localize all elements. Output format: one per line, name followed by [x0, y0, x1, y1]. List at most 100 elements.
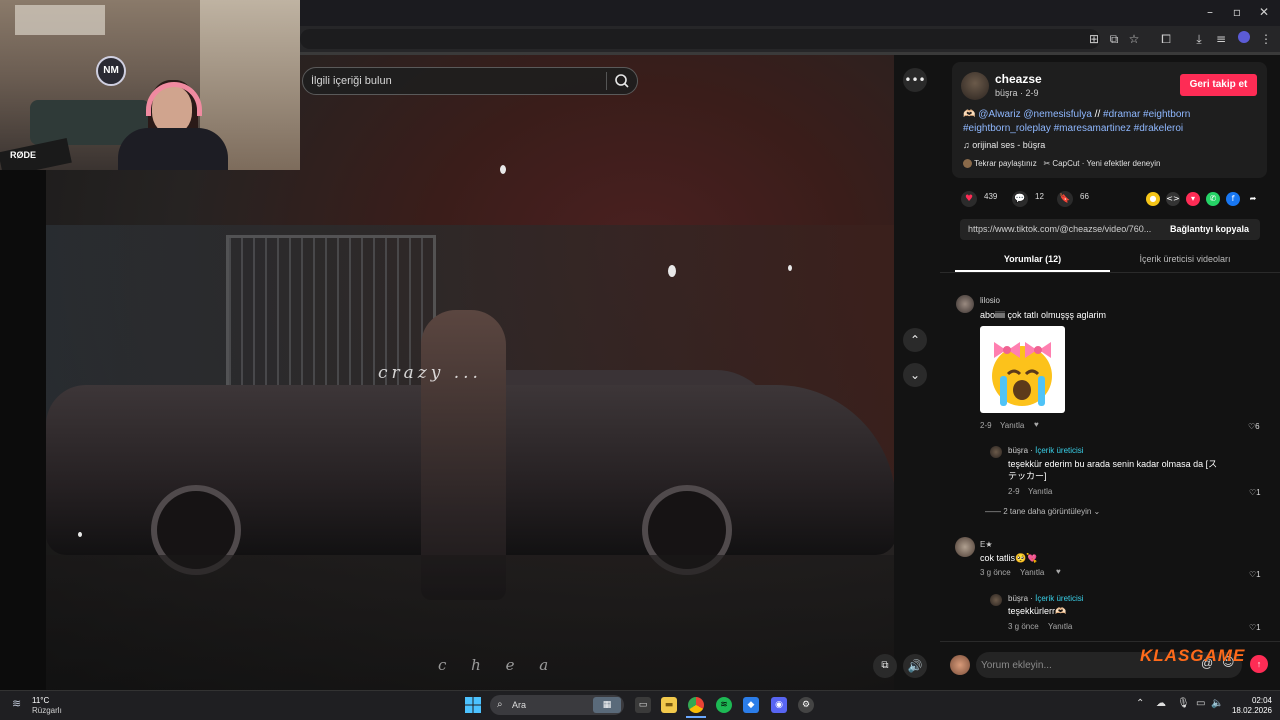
view-more-replies[interactable]: —— 2 tane daha görüntüleyin ⌄ [985, 507, 1100, 516]
chevron-up-icon[interactable]: ⌃ [903, 328, 927, 352]
comment-like[interactable]: ♡6 [1248, 422, 1260, 431]
reply-date: 2-9 [1008, 487, 1020, 496]
video-link[interactable]: https://www.tiktok.com/@cheazse/video/76… [968, 224, 1163, 234]
reply-date: 3 g önce [1008, 622, 1039, 631]
send-icon[interactable]: ↑ [1250, 655, 1268, 673]
bookmark-icon[interactable]: 🔖 [1057, 191, 1073, 207]
profile-icon[interactable] [1236, 31, 1252, 47]
share-arrow-icon[interactable]: ➦ [1246, 192, 1260, 206]
search-highlight-icon: ▦ [593, 697, 621, 713]
reply-author[interactable]: büşra · İçerik üreticisi [1008, 446, 1084, 455]
translate-icon[interactable]: ⊞ [1086, 31, 1102, 47]
file-explorer-icon[interactable]: ▬ [661, 697, 677, 713]
reading-list-icon[interactable]: ≡ [1213, 31, 1229, 47]
task-view-icon[interactable]: ▭ [635, 697, 651, 713]
clock-date[interactable]: 18.02.2026 [1230, 706, 1272, 715]
commenter-name[interactable]: lilosio [980, 296, 1000, 305]
cloud-icon[interactable]: ☁ [1156, 698, 1166, 709]
maximize-icon[interactable]: ▫ [1228, 4, 1246, 20]
send-to-friends-icon[interactable]: ▾ [1186, 192, 1200, 206]
reply-button[interactable]: Yanıtla [1020, 568, 1044, 577]
comment-count: 12 [1035, 192, 1044, 201]
heart-icon[interactable]: ♥ [961, 191, 977, 207]
embed-icon[interactable]: <> [1166, 192, 1180, 206]
snow-speck [788, 265, 792, 271]
reply-author-name: büşra [1008, 446, 1029, 455]
reply-like-count: 1 [1256, 623, 1261, 632]
screenshot-icon[interactable]: ⧉ [1106, 31, 1122, 47]
coin-share-icon[interactable]: ● [1146, 192, 1160, 206]
reply-button[interactable]: Yanıtla [1048, 622, 1072, 631]
sound-row[interactable]: ♫ orijinal ses - büşra [963, 140, 1045, 150]
chevron-up-icon[interactable]: ⌃ [1136, 698, 1144, 709]
app-cube-icon[interactable]: ◆ [743, 697, 759, 713]
settings-gear-icon[interactable]: ⚙ [798, 697, 814, 713]
clock-time[interactable]: 02:04 [1242, 696, 1272, 705]
reply-author[interactable]: büşra · İçerik üreticisi [1008, 594, 1084, 603]
search-icon[interactable] [612, 71, 632, 91]
mention-links[interactable]: @Alwariz @nemesisfulya [978, 109, 1092, 120]
repost-label[interactable]: Tekrar paylaştınız [974, 159, 1037, 168]
chrome-icon[interactable] [688, 697, 704, 713]
reply-text: teşekkürlerr🫶🏻 [1008, 606, 1067, 616]
capcut-label[interactable]: CapCut · Yeni efektler deneyin [1052, 159, 1160, 168]
search-input[interactable] [311, 73, 601, 89]
watermark-logo: KLASGAME [1140, 646, 1246, 665]
reply-like[interactable]: ♡1 [1249, 488, 1261, 497]
post-actions-row: Tekrar paylaştınız ✂ CapCut · Yeni efekt… [963, 159, 1160, 169]
comment-like[interactable]: ♡1 [1249, 570, 1261, 579]
more-menu-icon[interactable]: ⋮ [1258, 31, 1274, 47]
comment-like-count: 6 [1255, 422, 1260, 431]
reply-button[interactable]: Yanıtla [1000, 421, 1024, 430]
follow-back-button[interactable]: Geri takip et [1180, 74, 1257, 96]
download-icon[interactable]: ⤓ [1191, 31, 1207, 47]
floating-player-icon[interactable]: ⧉ [873, 654, 897, 678]
microphone-icon[interactable]: 🎙 [1177, 698, 1190, 709]
address-bar[interactable] [300, 29, 1100, 49]
creator-name[interactable]: cheazse [995, 72, 1042, 86]
close-icon[interactable]: ✕ [1255, 4, 1273, 20]
reply-like-count: 1 [1256, 488, 1261, 497]
bookmark-star-icon[interactable]: ☆ [1126, 31, 1142, 47]
volume-icon[interactable]: 🔊 [903, 654, 927, 678]
reply-like[interactable]: ♡1 [1249, 623, 1261, 632]
creator-reply-avatar[interactable] [990, 446, 1002, 458]
windows-start-icon[interactable] [465, 697, 481, 713]
comment-text: aboiiiii çok tatlı olmuşşş aglarim [980, 310, 1107, 320]
commenter-avatar[interactable] [955, 537, 975, 557]
webcam-overlay [0, 0, 300, 170]
taskbar-search-label: Ara [512, 700, 527, 710]
tab-creator-videos[interactable]: İçerik üreticisi videoları [1110, 254, 1260, 264]
speaker-icon[interactable]: 🔈 [1211, 698, 1223, 709]
discord-icon[interactable]: ◉ [771, 697, 787, 713]
whatsapp-icon[interactable]: ✆ [1206, 192, 1220, 206]
chevron-down-icon: ⌄ [1091, 507, 1101, 516]
tab-divider [940, 272, 1280, 273]
weather-desc[interactable]: Rüzgarlı [32, 706, 62, 715]
copy-link-button[interactable]: Bağlantıyı kopyala [1170, 224, 1249, 234]
comment-icon[interactable]: 💬 [1012, 191, 1028, 207]
music-note-icon: ♫ [963, 140, 973, 150]
reply-button[interactable]: Yanıtla [1028, 487, 1052, 496]
comment-like-count: 1 [1256, 570, 1261, 579]
creator-avatar[interactable] [961, 72, 989, 100]
repost-icon [963, 159, 972, 169]
creator-liked-icon: ♥ [1034, 420, 1039, 429]
facebook-icon[interactable]: f [1226, 192, 1240, 206]
minimize-icon[interactable]: – [1201, 4, 1219, 20]
save-count: 66 [1080, 192, 1089, 201]
network-icon[interactable]: ▭ [1196, 698, 1205, 709]
chevron-down-icon[interactable]: ⌄ [903, 363, 927, 387]
hashtags-line1[interactable]: #dramar #eightborn [1103, 109, 1190, 120]
search-icon: ⌕ [497, 699, 503, 710]
tab-comments[interactable]: Yorumlar (12) [955, 254, 1110, 264]
commenter-avatar[interactable] [956, 295, 974, 313]
hashtags-line2[interactable]: #eightborn_roleplay #maresamartinez #dra… [963, 123, 1183, 134]
weather-temp[interactable]: 11°C [32, 696, 49, 705]
wind-icon[interactable]: ≋ [12, 697, 28, 711]
extensions-icon[interactable]: ⧠ [1158, 31, 1174, 47]
commenter-name[interactable]: E★ [980, 540, 993, 549]
creator-reply-avatar[interactable] [990, 594, 1002, 606]
spotify-icon[interactable]: ≋ [716, 697, 732, 713]
more-options-icon[interactable]: ••• [903, 68, 927, 92]
